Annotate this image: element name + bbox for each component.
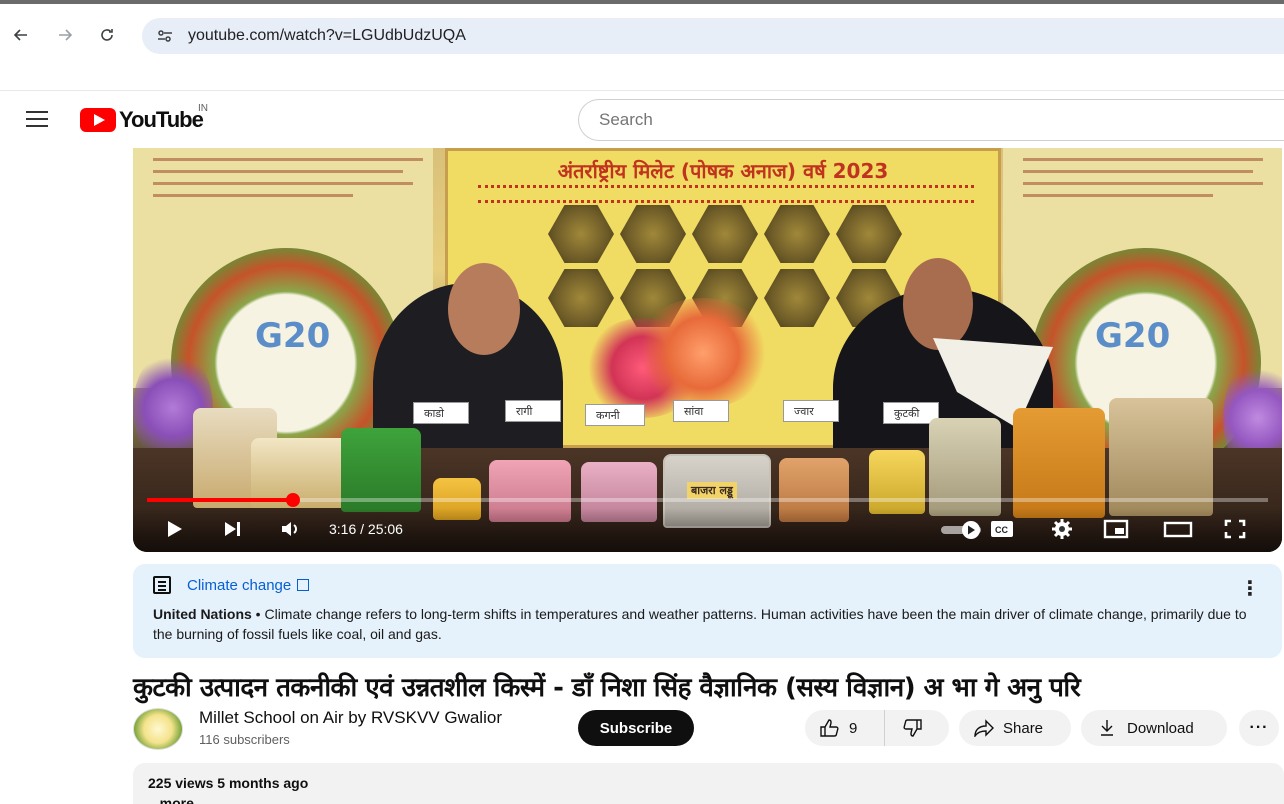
- autoplay-icon: [941, 521, 981, 539]
- like-button[interactable]: 9: [805, 710, 885, 746]
- player-controls: 3:16 / 25:06 CC: [133, 508, 1282, 552]
- theater-mode-button[interactable]: [1163, 518, 1193, 540]
- next-button[interactable]: [221, 518, 243, 540]
- play-button[interactable]: [163, 518, 185, 540]
- banner-title: अंतर्राष्ट्रीय मिलेट (पोषक अनाज) वर्ष 20…: [557, 159, 889, 183]
- info-description: Climate change refers to long-term shift…: [153, 606, 1247, 642]
- product-label: बाजरा लड्डू: [687, 482, 737, 499]
- banner-subtitle: [478, 185, 974, 203]
- channel-name[interactable]: Millet School on Air by RVSKVV Gwalior: [199, 708, 502, 728]
- youtube-play-icon: [80, 108, 116, 132]
- url-text[interactable]: youtube.com/watch?v=LGUdbUdzUQA: [188, 27, 466, 45]
- settings-button[interactable]: [1051, 518, 1073, 540]
- info-panel-text: United Nations • Climate change refers t…: [153, 604, 1263, 644]
- more-vert-icon[interactable]: ⋮: [1240, 576, 1260, 601]
- video-player[interactable]: G20 G20 अंतर्राष्ट्रीय मिलेट (पोषक अनाज)…: [133, 148, 1282, 552]
- progress-bar[interactable]: [147, 493, 1268, 507]
- share-icon: [974, 719, 994, 737]
- thumbs-down-icon: [903, 719, 922, 737]
- product-jar: [869, 450, 925, 514]
- thumbs-up-icon: [820, 719, 839, 737]
- progress-played: [147, 498, 293, 502]
- miniplayer-icon: [1103, 519, 1129, 539]
- captions-icon: CC: [991, 521, 1013, 537]
- presenter-left-face: [448, 263, 520, 355]
- info-source: United Nations: [153, 606, 252, 622]
- share-label: Share: [1003, 719, 1044, 737]
- play-icon: [168, 521, 182, 537]
- reload-button[interactable]: [96, 24, 118, 46]
- svg-text:CC: CC: [995, 525, 1008, 535]
- description-box[interactable]: 225 views 5 months ago ...more: [133, 763, 1284, 804]
- info-panel-link[interactable]: Climate change: [187, 577, 291, 594]
- information-panel: Climate change ⋮ United Nations • Climat…: [133, 564, 1282, 658]
- view-count-date: 225 views 5 months ago: [148, 775, 309, 791]
- menu-icon[interactable]: [26, 111, 48, 129]
- youtube-header: YouTube IN: [0, 90, 1284, 148]
- fullscreen-icon: [1224, 519, 1246, 539]
- search-input[interactable]: [599, 110, 1199, 130]
- flag-label-6: कुटकी: [894, 407, 920, 420]
- channel-avatar[interactable]: [133, 708, 183, 750]
- reload-icon: [101, 29, 113, 41]
- like-count: 9: [849, 719, 858, 737]
- autoplay-toggle[interactable]: [939, 520, 985, 540]
- tune-icon[interactable]: [154, 25, 176, 47]
- browser-toolbar: youtube.com/watch?v=LGUdbUdzUQA: [0, 0, 1284, 70]
- g20-label-right: G20: [1095, 316, 1171, 356]
- show-more-link[interactable]: ...more: [148, 795, 194, 804]
- captions-button[interactable]: CC: [989, 518, 1015, 540]
- country-code: IN: [198, 103, 208, 114]
- subscribe-button[interactable]: Subscribe: [578, 710, 694, 746]
- volume-button[interactable]: [279, 518, 303, 540]
- forward-button[interactable]: [54, 24, 76, 46]
- more-actions-button[interactable]: ···: [1239, 710, 1279, 746]
- info-list-icon: [153, 576, 171, 594]
- search-box[interactable]: [578, 99, 1284, 141]
- flag-label-5: ज्वार: [794, 405, 814, 418]
- progress-scrubber[interactable]: [285, 493, 300, 507]
- flower-arrangement-2: [633, 298, 773, 408]
- miniplayer-button[interactable]: [1103, 518, 1129, 540]
- download-icon: [1101, 720, 1113, 736]
- share-button[interactable]: Share: [959, 710, 1071, 746]
- skip-next-icon: [225, 522, 240, 536]
- volume-icon: [282, 522, 297, 536]
- fullscreen-button[interactable]: [1223, 518, 1247, 540]
- like-dislike-group: 9: [805, 710, 949, 746]
- presenter-right-face: [903, 258, 973, 350]
- info-separator: •: [251, 606, 265, 622]
- download-button[interactable]: Download: [1081, 710, 1227, 746]
- flag-label-4: सांवा: [684, 405, 704, 418]
- logo-text: YouTube: [119, 107, 204, 132]
- dislike-button[interactable]: [885, 710, 923, 746]
- address-bar[interactable]: youtube.com/watch?v=LGUdbUdzUQA: [142, 18, 1284, 54]
- flag-label-2: रागी: [516, 405, 533, 418]
- external-link-icon[interactable]: [297, 579, 310, 591]
- video-title: कुटकी उत्पादन तकनीकी एवं उन्नतशील किस्मे…: [133, 673, 1081, 703]
- channel-row: Millet School on Air by RVSKVV Gwalior 1…: [133, 706, 1284, 756]
- g20-label-left: G20: [255, 316, 331, 356]
- flag-label-3: कगनी: [596, 409, 620, 422]
- flag-label-1: काडो: [424, 407, 445, 420]
- youtube-logo[interactable]: YouTube IN: [80, 103, 208, 133]
- gear-icon: [1052, 519, 1072, 539]
- back-button[interactable]: [10, 24, 32, 46]
- subscriber-count: 116 subscribers: [199, 732, 290, 747]
- download-label: Download: [1127, 719, 1194, 737]
- theater-icon: [1163, 521, 1193, 538]
- time-display: 3:16 / 25:06: [329, 521, 403, 537]
- arrow-right-icon: [59, 29, 73, 41]
- arrow-left-icon: [13, 29, 27, 41]
